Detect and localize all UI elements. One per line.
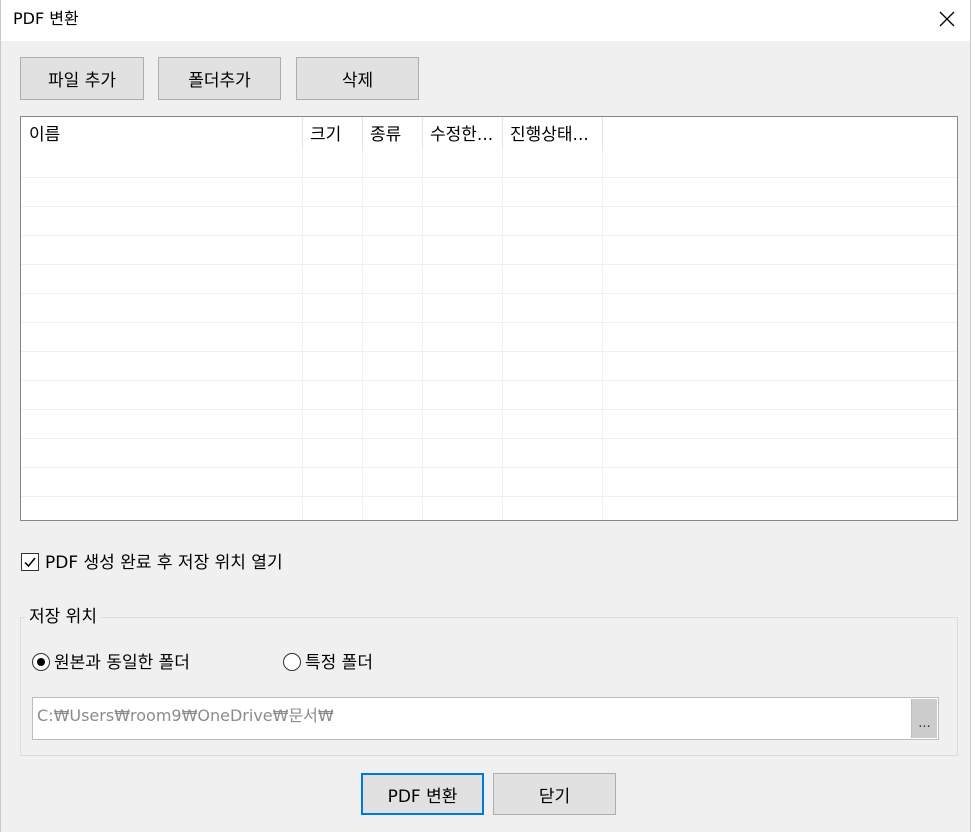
title-bar: PDF 변환 xyxy=(1,0,970,41)
row-gridline xyxy=(21,177,957,178)
row-gridline xyxy=(21,351,957,352)
same-folder-radio[interactable] xyxy=(32,653,50,671)
specific-folder-label[interactable]: 특정 폴더 xyxy=(305,652,373,674)
column-header-size[interactable]: 크기 xyxy=(302,117,362,149)
specific-folder-radio[interactable] xyxy=(283,653,301,671)
column-header-divider[interactable] xyxy=(302,117,303,149)
checkmark-icon xyxy=(24,557,36,568)
row-gridline xyxy=(21,467,957,468)
save-path-value: C:₩Users₩room9₩OneDrive₩문서₩ xyxy=(37,706,334,725)
column-header-name[interactable]: 이름 xyxy=(21,117,302,149)
close-button[interactable]: 닫기 xyxy=(493,773,616,815)
row-gridline xyxy=(21,409,957,410)
column-header-divider[interactable] xyxy=(422,117,423,149)
column-header-divider[interactable] xyxy=(502,117,503,149)
file-list[interactable]: 이름 크기 종류 수정한... 진행상태... xyxy=(20,116,958,521)
open-location-label[interactable]: PDF 생성 완료 후 저장 위치 열기 xyxy=(45,552,283,574)
column-header-divider[interactable] xyxy=(362,117,363,149)
row-gridline xyxy=(21,380,957,381)
pdf-convert-dialog: PDF 변환 파일 추가 폴더추가 삭제 이름 크기 종류 수정한... 진행상… xyxy=(0,0,971,832)
row-gridline xyxy=(21,206,957,207)
column-header-type[interactable]: 종류 xyxy=(362,117,422,149)
save-path-field: C:₩Users₩room9₩OneDrive₩문서₩ ... xyxy=(32,697,939,740)
add-folder-button[interactable]: 폴더추가 xyxy=(158,57,281,100)
row-gridline xyxy=(21,496,957,497)
same-folder-label[interactable]: 원본과 동일한 폴더 xyxy=(54,652,190,674)
row-gridline xyxy=(21,264,957,265)
radio-selected-dot xyxy=(37,658,45,666)
browse-folder-button[interactable]: ... xyxy=(911,699,937,738)
window-title: PDF 변환 xyxy=(13,9,79,28)
convert-pdf-button[interactable]: PDF 변환 xyxy=(361,773,484,815)
open-location-checkbox[interactable] xyxy=(21,553,39,571)
close-icon xyxy=(939,11,955,27)
column-header-divider[interactable] xyxy=(602,117,603,149)
row-gridline xyxy=(21,293,957,294)
add-file-button[interactable]: 파일 추가 xyxy=(20,57,144,100)
column-header-modified[interactable]: 수정한... xyxy=(422,117,502,149)
column-header-status[interactable]: 진행상태... xyxy=(502,117,602,149)
close-window-button[interactable] xyxy=(924,0,970,38)
save-location-title: 저장 위치 xyxy=(25,606,101,628)
row-gridline xyxy=(21,322,957,323)
row-gridline xyxy=(21,235,957,236)
row-gridline xyxy=(21,438,957,439)
delete-button[interactable]: 삭제 xyxy=(296,57,419,100)
